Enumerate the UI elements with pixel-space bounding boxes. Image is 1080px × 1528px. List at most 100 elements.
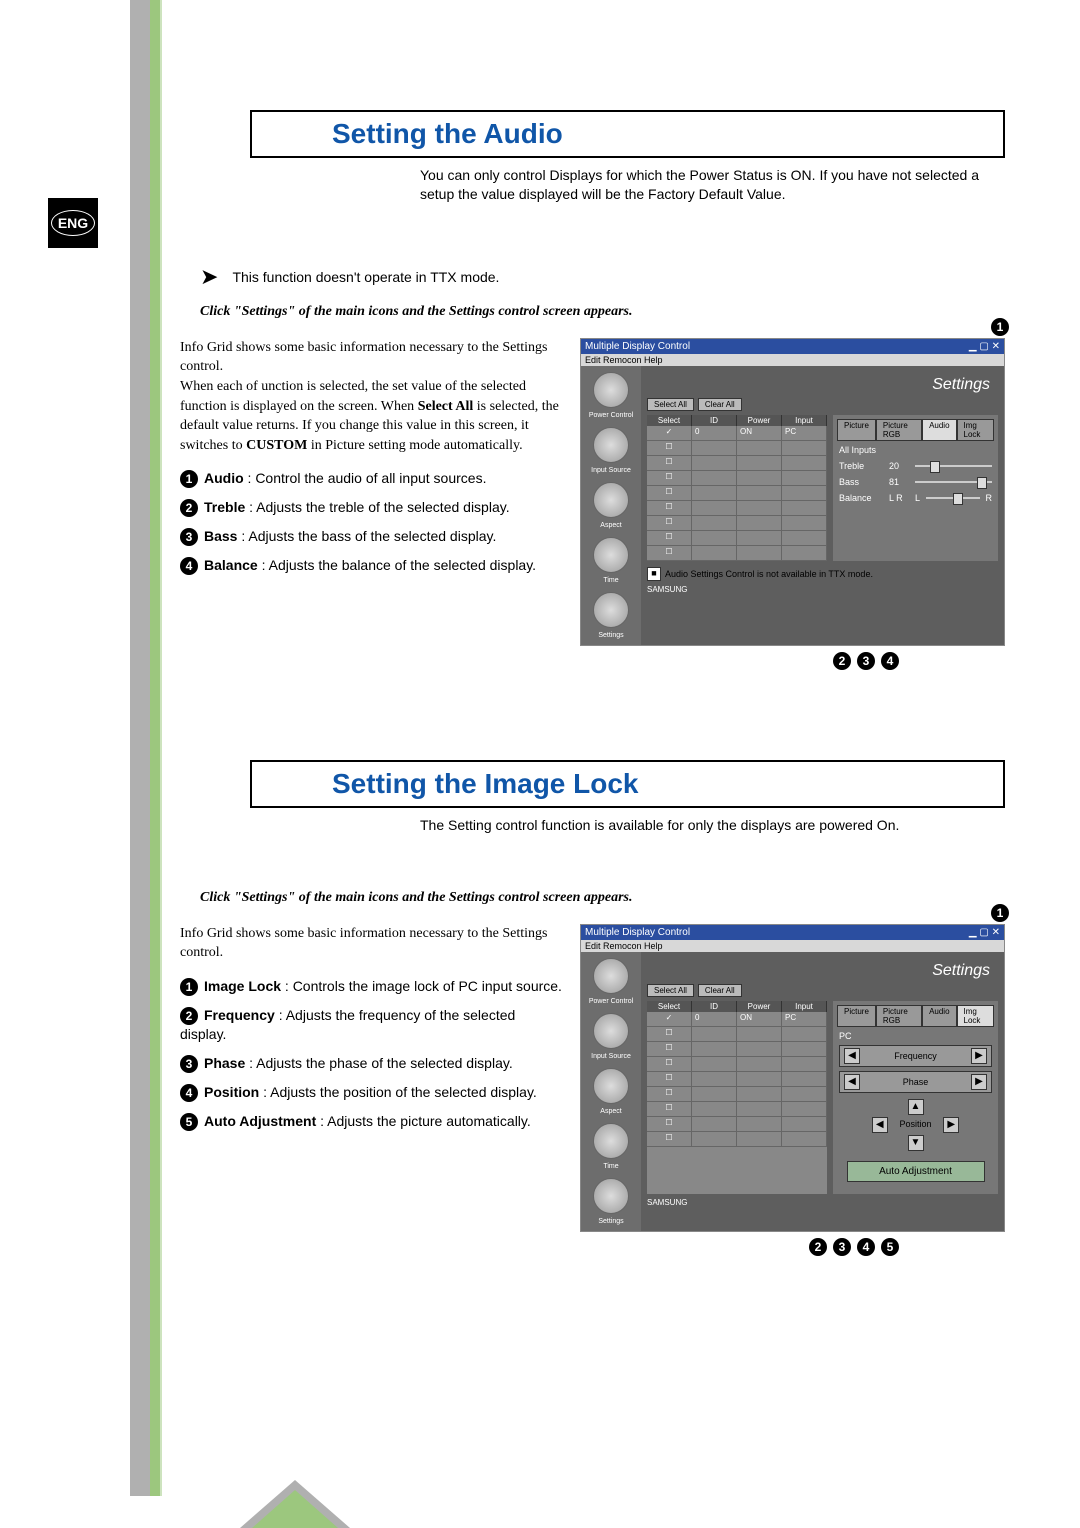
panel-subtitle: All Inputs bbox=[839, 445, 992, 455]
table-row[interactable]: ☐ bbox=[647, 1132, 827, 1147]
table-cell: ☐ bbox=[647, 1057, 692, 1071]
tab-img-lock[interactable]: Img Lock bbox=[957, 1005, 994, 1027]
tab-picture-rgb[interactable]: Picture RGB bbox=[876, 1005, 922, 1027]
table-row[interactable]: ☐ bbox=[647, 1057, 827, 1072]
table-header: Power bbox=[737, 415, 782, 426]
position-left-button[interactable]: ◀ bbox=[872, 1117, 888, 1133]
increase-button[interactable]: ▶ bbox=[971, 1048, 987, 1064]
table-row[interactable]: ☐ bbox=[647, 546, 827, 561]
nav-icon[interactable] bbox=[593, 482, 629, 518]
slider-value: L R bbox=[889, 493, 909, 503]
table-row[interactable]: ☐ bbox=[647, 1072, 827, 1087]
callout-3: 3 bbox=[833, 1238, 851, 1256]
table-row[interactable]: ☐ bbox=[647, 441, 827, 456]
callout-4: 4 bbox=[857, 1238, 875, 1256]
table-cell bbox=[782, 456, 827, 470]
nav-icon[interactable] bbox=[593, 592, 629, 628]
auto-adjustment-button[interactable]: Auto Adjustment bbox=[847, 1161, 985, 1182]
tab-audio[interactable]: Audio bbox=[922, 1005, 956, 1027]
nav-icon[interactable] bbox=[593, 1013, 629, 1049]
numbered-item: 3Phase : Adjusts the phase of the select… bbox=[180, 1054, 562, 1073]
table-cell bbox=[782, 1117, 827, 1131]
decoration-thin-bar bbox=[160, 0, 162, 1496]
callout-1: 1 bbox=[991, 318, 1009, 336]
table-row[interactable]: ✓0ONPC bbox=[647, 1012, 827, 1027]
table-cell bbox=[737, 1042, 782, 1056]
slider-track[interactable] bbox=[926, 497, 979, 499]
position-up-button[interactable]: ▲ bbox=[908, 1099, 924, 1115]
table-row[interactable]: ☐ bbox=[647, 1027, 827, 1042]
table-row[interactable]: ☐ bbox=[647, 1042, 827, 1057]
slider-bass[interactable]: Bass81 bbox=[839, 477, 992, 487]
click-instruction: Click "Settings" of the main icons and t… bbox=[200, 304, 1005, 320]
clear-all-button[interactable]: Clear All bbox=[698, 398, 742, 411]
table-row[interactable]: ✓0ONPC bbox=[647, 426, 827, 441]
table-cell bbox=[692, 486, 737, 500]
slider-track[interactable] bbox=[915, 465, 992, 467]
table-cell: ☐ bbox=[647, 471, 692, 485]
window-menu: Edit Remocon Help bbox=[581, 940, 1004, 952]
table-row[interactable]: ☐ bbox=[647, 531, 827, 546]
table-row[interactable]: ☐ bbox=[647, 1102, 827, 1117]
callout-2: 2 bbox=[833, 652, 851, 670]
position-right-button[interactable]: ▶ bbox=[943, 1117, 959, 1133]
nav-icon[interactable] bbox=[593, 372, 629, 408]
slider-value: 81 bbox=[889, 477, 909, 487]
table-cell bbox=[782, 516, 827, 530]
position-down-button[interactable]: ▼ bbox=[908, 1135, 924, 1151]
table-header: ID bbox=[692, 415, 737, 426]
slider-track[interactable] bbox=[915, 481, 992, 483]
tab-picture[interactable]: Picture bbox=[837, 419, 876, 441]
table-row[interactable]: ☐ bbox=[647, 501, 827, 516]
numbered-item: 4Position : Adjusts the position of the … bbox=[180, 1083, 562, 1102]
item-text: : Control the audio of all input sources… bbox=[244, 470, 487, 486]
table-cell bbox=[692, 1117, 737, 1131]
table-row[interactable]: ☐ bbox=[647, 456, 827, 471]
table-cell bbox=[737, 1102, 782, 1116]
table-cell bbox=[782, 501, 827, 515]
tab-img-lock[interactable]: Img Lock bbox=[957, 419, 994, 441]
tab-audio[interactable]: Audio bbox=[922, 419, 956, 441]
table-header: Input bbox=[782, 415, 827, 426]
table-cell bbox=[692, 546, 737, 560]
decrease-button[interactable]: ◀ bbox=[844, 1074, 860, 1090]
table-row[interactable]: ☐ bbox=[647, 486, 827, 501]
increase-button[interactable]: ▶ bbox=[971, 1074, 987, 1090]
table-cell bbox=[782, 1057, 827, 1071]
item-text: : Adjusts the position of the selected d… bbox=[259, 1084, 537, 1100]
status-text: Audio Settings Control is not available … bbox=[665, 569, 873, 579]
table-cell: ☐ bbox=[647, 1117, 692, 1131]
item-number-icon: 5 bbox=[180, 1113, 198, 1131]
nav-icon[interactable] bbox=[593, 1068, 629, 1104]
item-term: Position bbox=[204, 1084, 259, 1100]
table-row[interactable]: ☐ bbox=[647, 471, 827, 486]
select-all-button[interactable]: Select All bbox=[647, 398, 694, 411]
section-title-box: Setting the Audio bbox=[250, 110, 1005, 158]
table-cell bbox=[692, 441, 737, 455]
item-term: Bass bbox=[204, 528, 237, 544]
clear-all-button[interactable]: Clear All bbox=[698, 984, 742, 997]
table-row[interactable]: ☐ bbox=[647, 1117, 827, 1132]
nav-icon[interactable] bbox=[593, 537, 629, 573]
slider-balance[interactable]: BalanceL RLR bbox=[839, 493, 992, 503]
nav-icon[interactable] bbox=[593, 1178, 629, 1214]
window-controls-icon: ▁ ▢ ✕ bbox=[969, 927, 1000, 938]
item-text: : Adjusts the picture automatically. bbox=[316, 1113, 531, 1129]
nav-icon[interactable] bbox=[593, 1123, 629, 1159]
table-cell bbox=[737, 1027, 782, 1041]
tab-picture-rgb[interactable]: Picture RGB bbox=[876, 419, 922, 441]
table-cell bbox=[692, 456, 737, 470]
nav-label: Input Source bbox=[591, 467, 631, 474]
nav-icon[interactable] bbox=[593, 958, 629, 994]
nav-icon[interactable] bbox=[593, 427, 629, 463]
tab-picture[interactable]: Picture bbox=[837, 1005, 876, 1027]
table-row[interactable]: ☐ bbox=[647, 516, 827, 531]
numbered-item: 2Frequency : Adjusts the frequency of th… bbox=[180, 1006, 562, 1044]
numbered-item: 2Treble : Adjusts the treble of the sele… bbox=[180, 498, 562, 517]
slider-treble[interactable]: Treble20 bbox=[839, 461, 992, 471]
select-all-button[interactable]: Select All bbox=[647, 984, 694, 997]
decrease-button[interactable]: ◀ bbox=[844, 1048, 860, 1064]
item-term: Balance bbox=[204, 557, 258, 573]
section-intro: The Setting control function is availabl… bbox=[420, 816, 995, 835]
table-row[interactable]: ☐ bbox=[647, 1087, 827, 1102]
